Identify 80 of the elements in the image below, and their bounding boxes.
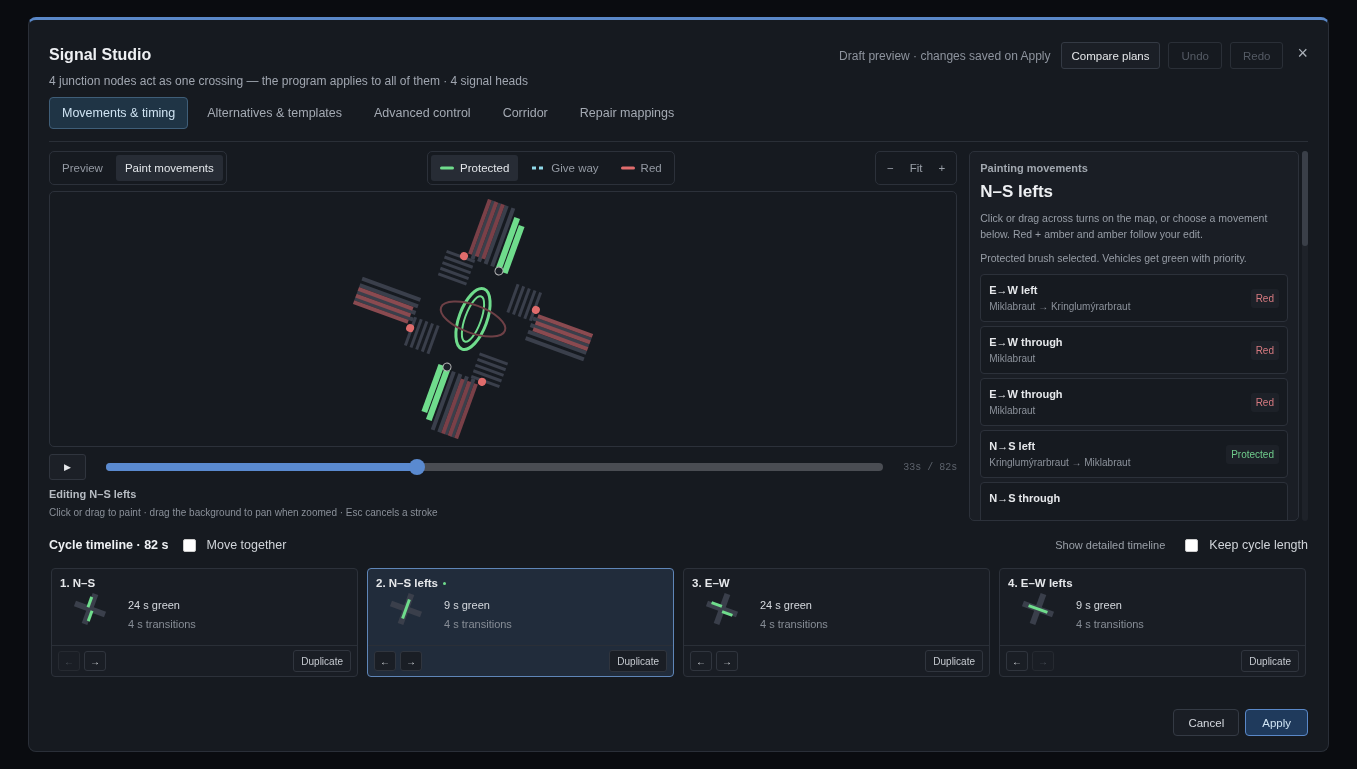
phase-duration: 24 s green [128,599,181,611]
cycle-title: Cycle timeline · 82 s [49,538,169,552]
duplicate-button[interactable]: Duplicate [293,650,351,672]
movement-route: Miklabraut → Kringlumýrarbraut [989,301,1131,312]
move-left-button[interactable]: ← [374,651,396,671]
phase-duration: 24 s green [760,599,813,611]
move-right-button[interactable]: → [716,651,738,671]
panel-intro: Click or drag across turns on the map, or choose a movement below. Red + amber and amber follow your edit. [980,211,1269,242]
status-tag: Red [1250,392,1279,412]
window-subtitle: 4 junction nodes act as one crossing — the program applies to all of them · 4 signal heads [49,74,528,88]
phase-title: 3. E–W [692,577,730,589]
map-canvas[interactable] [49,191,958,447]
play-button[interactable]: ▶ [49,454,86,480]
duplicate-button[interactable]: Duplicate [1241,650,1299,672]
movement-card[interactable]: N→S through [980,482,1288,520]
brush-option[interactable]: Red [611,155,671,181]
movement-card[interactable]: E→W left Miklabraut → Kringlumýrarbraut Red [980,274,1288,322]
movement-name: E→W through [989,388,1063,400]
transition-time: 4 s transitions [760,618,828,630]
tab[interactable]: Movements & timing [49,97,189,129]
tab[interactable]: Alternatives & templates [194,97,356,129]
status-tag: Protected [1226,444,1279,464]
checkbox[interactable] [182,538,196,552]
draft-note: Draft preview · changes saved on Apply [839,49,1051,63]
tab[interactable]: Repair mappings [566,97,688,129]
zoom-in-button[interactable]: + [930,155,954,181]
duplicate-button[interactable]: Duplicate [925,650,983,672]
tab[interactable]: Advanced control [361,97,484,129]
editing-title: Editing N–S lefts [49,488,138,500]
panel-eyebrow: Painting movements [980,162,1089,174]
fit-button[interactable]: Fit [901,155,931,181]
window-title: Signal Studio [49,46,153,64]
phase-duration: 9 s green [1076,599,1123,611]
panel-title: N–S lefts [980,182,1054,202]
transition-time: 4 s transitions [1076,618,1144,630]
move-right-button[interactable]: → [400,651,422,671]
apply-button[interactable]: Apply [1245,709,1308,736]
phase-card[interactable]: 3. E–W 24 s green 4 s transitions ← → Duplicate [683,568,990,677]
phase-card[interactable]: 4. E–W lefts 9 s green 4 s transitions ← → Duplicate [999,568,1306,677]
status-tag: Red [1250,340,1279,360]
editing-hint: Click or drag to paint · drag the background to pan when zoomed · Esc cancels a stroke [49,507,439,518]
phase-title: 4. E–W lefts [1008,577,1073,589]
tab[interactable]: Corridor [489,97,561,129]
detailed-timeline-link[interactable]: Show detailed timeline [1055,539,1166,551]
view-mode-tab[interactable]: Paint movements [115,155,223,181]
zoom-out-button[interactable]: − [879,155,902,181]
phase-card[interactable]: 1. N–S 24 s green 4 s transitions ← → Duplicate [51,568,358,677]
movement-name: E→W left [989,284,1039,296]
movement-name: E→W through [989,336,1063,348]
phase-duration: 9 s green [444,599,491,611]
movement-card[interactable]: E→W through Miklabraut Red [980,326,1288,374]
checkbox-label: Keep cycle length [1209,538,1308,552]
phase-title: 2. N–S lefts [376,577,438,589]
brush-note: Protected brush selected. Vehicles get green with priority. [980,251,1248,266]
duplicate-button[interactable]: Duplicate [609,650,667,672]
checkbox-label: Move together [206,538,287,552]
time-reading: 33s / 82s [903,461,958,473]
cancel-button[interactable]: Cancel [1173,709,1240,736]
move-right-button[interactable]: → [84,651,106,671]
movement-name: N→S through [989,492,1061,504]
movement-card[interactable]: N→S left Kringlumýrarbraut → Miklabraut Protected [980,430,1288,478]
movement-name: N→S left [989,440,1037,452]
movement-route: Miklabraut [989,353,1037,364]
transition-time: 4 s transitions [128,618,196,630]
movement-card[interactable]: E→W through Miklabraut Red [980,378,1288,426]
brush-option[interactable]: Protected [431,155,519,181]
brush-option[interactable]: Give way [522,155,608,181]
move-left-button[interactable]: ← [690,651,712,671]
header-button[interactable]: Compare plans [1060,42,1161,69]
checkbox[interactable] [1185,538,1199,552]
view-mode-tab[interactable]: Preview [53,155,112,181]
transition-time: 4 s transitions [444,618,512,630]
scrollbar[interactable] [1302,151,1308,521]
status-tag: Red [1250,288,1279,308]
close-button[interactable]: × [1291,42,1308,64]
movement-route: Kringlumýrarbraut → Miklabraut [989,457,1131,468]
move-left-button[interactable]: ← [1006,651,1028,671]
movement-route: Miklabraut [989,405,1037,416]
phase-card[interactable]: 2. N–S lefts 9 s green 4 s transitions ← → Duplicate [367,568,674,677]
phase-title: 1. N–S [60,577,96,589]
